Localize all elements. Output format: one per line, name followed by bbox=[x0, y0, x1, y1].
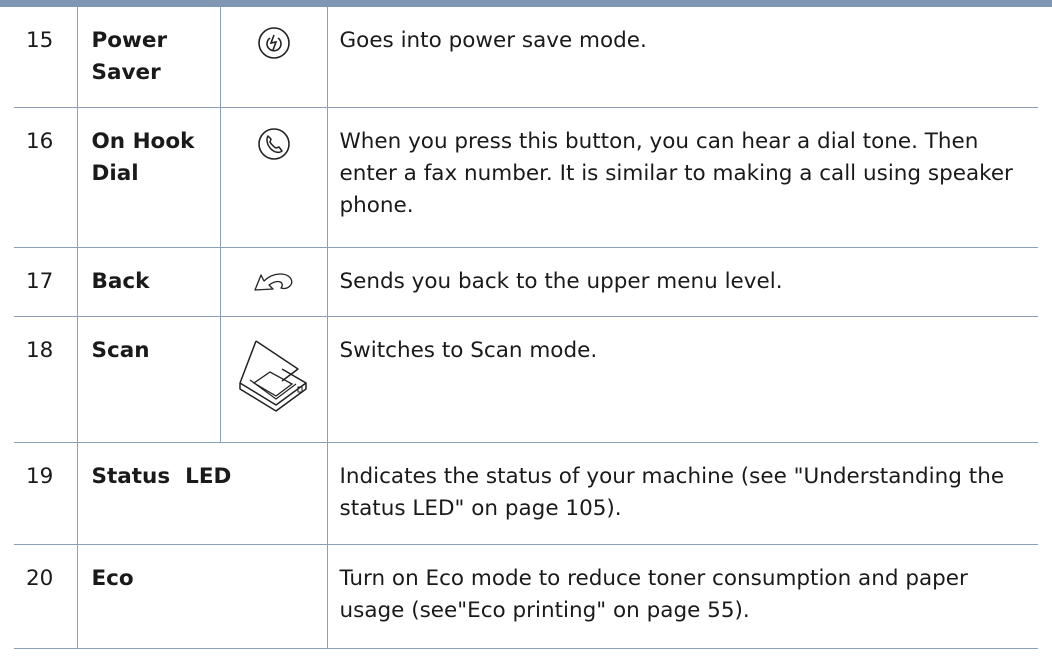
button-name: On Hook Dial bbox=[76, 107, 220, 248]
row-number: 19 bbox=[14, 442, 77, 545]
icon-cell bbox=[219, 7, 327, 108]
scanner-icon bbox=[221, 335, 327, 415]
table-row: 15 Power Saver Goes into power save mode… bbox=[14, 7, 1038, 108]
description: Sends you back to the upper menu level. bbox=[326, 247, 1038, 317]
description: Turn on Eco mode to reduce toner consump… bbox=[326, 544, 1038, 649]
icon-cell bbox=[219, 107, 327, 248]
table-row: 18 Scan Switches to Scan mode. bbox=[14, 316, 1038, 443]
description: Indicates the status of your machine (se… bbox=[326, 442, 1038, 545]
row-number: 17 bbox=[14, 247, 77, 317]
button-name: Status LED bbox=[76, 442, 327, 545]
description: When you press this button, you can hear… bbox=[326, 107, 1038, 248]
power-save-icon bbox=[221, 25, 327, 61]
table-row: 16 On Hook Dial When you press this butt… bbox=[14, 107, 1038, 248]
row-number: 15 bbox=[14, 7, 77, 108]
table-row: 17 Back Sends you back to the upper menu… bbox=[14, 247, 1038, 317]
description: Goes into power save mode. bbox=[326, 7, 1038, 108]
icon-cell bbox=[219, 316, 327, 443]
description: Switches to Scan mode. bbox=[326, 316, 1038, 443]
row-number: 16 bbox=[14, 107, 77, 248]
icon-cell bbox=[219, 247, 327, 317]
button-name: Scan bbox=[76, 316, 220, 443]
phone-handset-icon bbox=[221, 126, 327, 162]
table-row: 19 Status LED Indicates the status of yo… bbox=[14, 442, 1038, 545]
header-rule bbox=[0, 0, 1052, 7]
button-name: Back bbox=[76, 247, 220, 317]
button-name: Power Saver bbox=[76, 7, 220, 108]
row-number: 18 bbox=[14, 316, 77, 443]
control-panel-table: 15 Power Saver Goes into power save mode… bbox=[14, 7, 1038, 649]
table-row: 20 Eco Turn on Eco mode to reduce toner … bbox=[14, 544, 1038, 649]
button-name: Eco bbox=[76, 544, 327, 649]
row-number: 20 bbox=[14, 544, 77, 649]
back-arrow-icon bbox=[221, 266, 327, 296]
